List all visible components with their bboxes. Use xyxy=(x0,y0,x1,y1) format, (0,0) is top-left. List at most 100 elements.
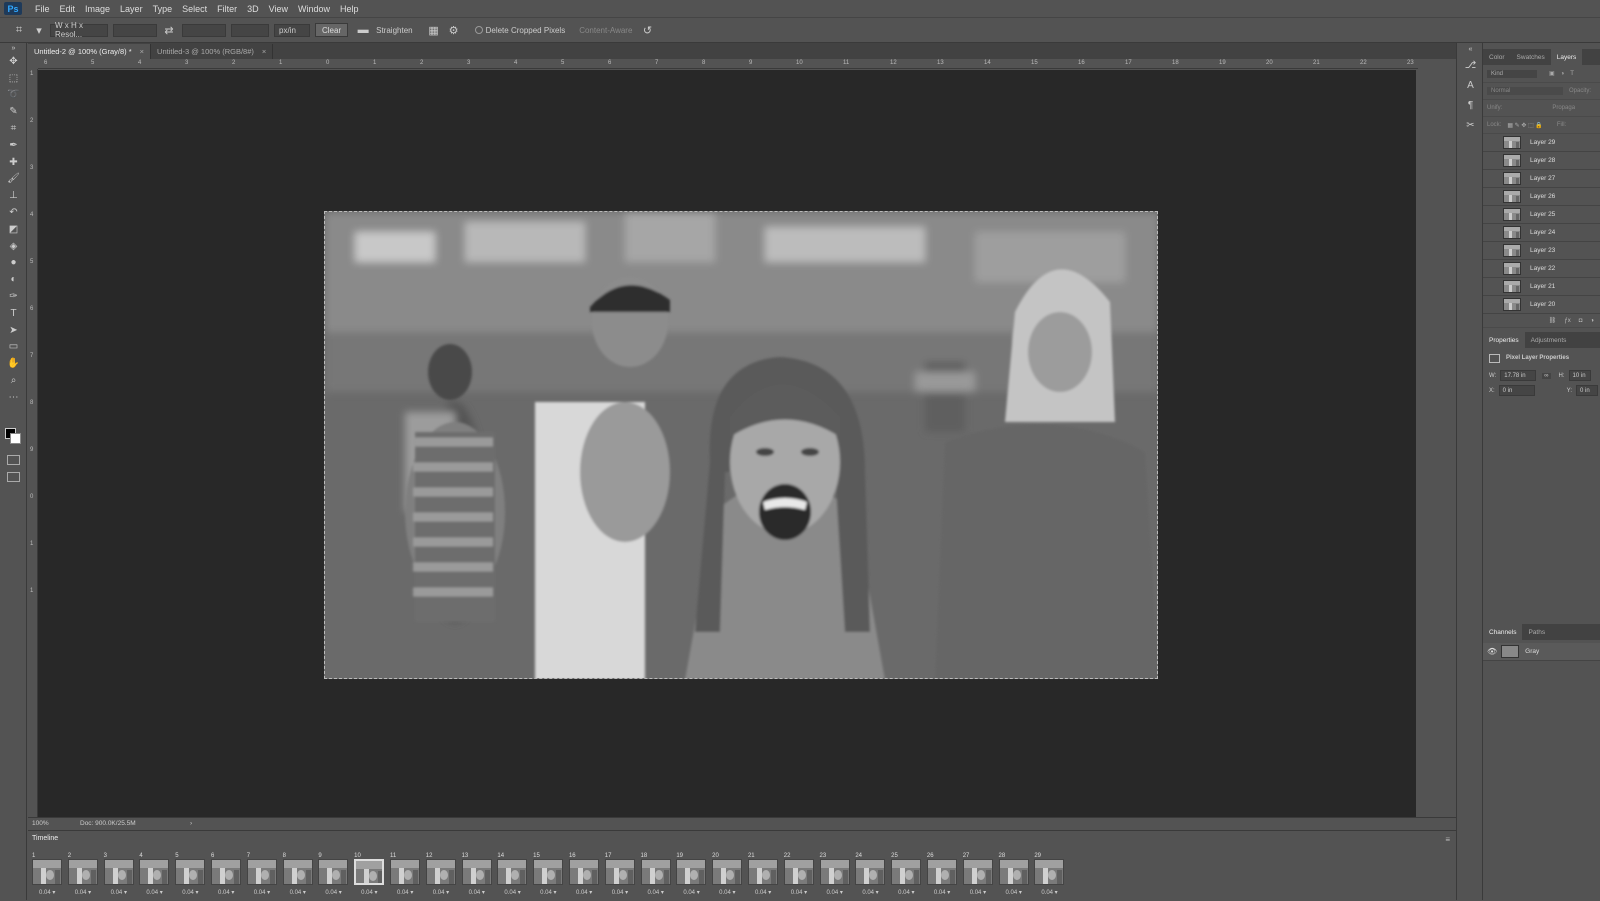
frame-delay[interactable]: 0.04 ▾ xyxy=(755,889,771,896)
menu-file[interactable]: File xyxy=(30,4,55,14)
timeline-frame[interactable]: 9 0.04 ▾ xyxy=(316,853,352,901)
chevron-down-icon[interactable]: ▾ xyxy=(32,23,46,37)
paragraph-icon[interactable]: ¶ xyxy=(1457,95,1484,115)
zoom-tool-icon[interactable]: ⌕ xyxy=(0,372,27,389)
frame-delay[interactable]: 0.04 ▾ xyxy=(433,889,449,896)
layer-row[interactable]: Layer 22 xyxy=(1483,260,1600,278)
expand-icon[interactable]: » xyxy=(0,43,27,53)
horizontal-ruler[interactable]: 6 5 4 3 2 1 0 1 2 3 4 5 6 7 8 9 10 11 12 13 14 15 16 17 18 19 20 21… xyxy=(38,59,1418,69)
timeline-frame[interactable]: 6 0.04 ▾ xyxy=(209,853,245,901)
timeline-frame[interactable]: 15 0.04 ▾ xyxy=(531,853,567,901)
frame-delay[interactable]: 0.04 ▾ xyxy=(827,889,843,896)
tab-channels[interactable]: Channels xyxy=(1483,624,1523,640)
frame-delay[interactable]: 0.04 ▾ xyxy=(218,889,234,896)
menu-layer[interactable]: Layer xyxy=(115,4,148,14)
layer-row[interactable]: Layer 23 xyxy=(1483,242,1600,260)
timeline-frame[interactable]: 26 0.04 ▾ xyxy=(925,853,961,901)
frame-delay[interactable]: 0.04 ▾ xyxy=(576,889,592,896)
timeline-frame[interactable]: 16 0.04 ▾ xyxy=(567,853,603,901)
gear-icon[interactable]: ⚙ xyxy=(447,23,461,37)
timeline-frame[interactable]: 17 0.04 ▾ xyxy=(603,853,639,901)
timeline-frame[interactable]: 4 0.04 ▾ xyxy=(137,853,173,901)
status-menu-arrow[interactable]: › xyxy=(190,820,192,827)
menu-help[interactable]: Help xyxy=(335,4,364,14)
layer-row[interactable]: Layer 25 xyxy=(1483,206,1600,224)
blur-tool-icon[interactable]: ● xyxy=(0,255,27,272)
crop-tool-icon[interactable]: ⌗ xyxy=(12,23,26,37)
blend-mode-select[interactable]: Normal xyxy=(1487,87,1563,95)
timeline-frame[interactable]: 21 0.04 ▾ xyxy=(746,853,782,901)
straighten-button[interactable]: Straighten xyxy=(376,26,412,35)
path-select-tool-icon[interactable]: ➤ xyxy=(0,322,27,339)
tab-swatches[interactable]: Swatches xyxy=(1511,49,1551,65)
layer-row[interactable]: Layer 27 xyxy=(1483,170,1600,188)
document-image[interactable] xyxy=(324,211,1158,679)
shape-tool-icon[interactable]: ▭ xyxy=(0,339,27,356)
background-color-swatch[interactable] xyxy=(10,433,21,444)
layer-row[interactable]: Layer 21 xyxy=(1483,278,1600,296)
frame-delay[interactable]: 0.04 ▾ xyxy=(612,889,628,896)
marquee-tool-icon[interactable]: ⬚ xyxy=(0,70,27,87)
timeline-frame[interactable]: 22 0.04 ▾ xyxy=(782,853,818,901)
close-icon[interactable]: × xyxy=(140,47,144,56)
straighten-icon[interactable]: ▬ xyxy=(356,23,370,37)
frame-delay[interactable]: 0.04 ▾ xyxy=(469,889,485,896)
ratio-select[interactable]: W x H x Resol... xyxy=(50,21,108,39)
mask-icon[interactable]: ◘ xyxy=(1579,318,1583,324)
delete-cropped-checkbox[interactable] xyxy=(474,26,483,34)
tab-untitled-3[interactable]: Untitled-3 @ 100% (RGB/8#) × xyxy=(151,44,274,59)
panel-menu-icon[interactable]: ≡ xyxy=(1445,835,1450,844)
tab-adjustments[interactable]: Adjustments xyxy=(1525,332,1573,348)
eyedropper-tool-icon[interactable]: ✒ xyxy=(0,137,27,154)
history-icon[interactable]: ⎇ xyxy=(1457,55,1484,75)
frame-delay[interactable]: 0.04 ▾ xyxy=(862,889,878,896)
menu-window[interactable]: Window xyxy=(293,4,335,14)
frame-delay[interactable]: 0.04 ▾ xyxy=(1006,889,1022,896)
timeline-frame[interactable]: 24 0.04 ▾ xyxy=(853,853,889,901)
menu-image[interactable]: Image xyxy=(80,4,115,14)
screen-mode-icon[interactable] xyxy=(7,472,20,482)
timeline-frame[interactable]: 27 0.04 ▾ xyxy=(961,853,997,901)
timeline-frame[interactable]: 5 0.04 ▾ xyxy=(173,853,209,901)
move-tool-icon[interactable]: ✥ xyxy=(0,53,27,70)
frame-delay[interactable]: 0.04 ▾ xyxy=(39,889,55,896)
h-input[interactable]: 10 in xyxy=(1568,370,1591,381)
quick-select-tool-icon[interactable]: ✎ xyxy=(0,103,27,120)
channel-row[interactable]: 👁 Gray xyxy=(1483,643,1600,661)
frame-delay[interactable]: 0.04 ▾ xyxy=(898,889,914,896)
frame-delay[interactable]: 0.04 ▾ xyxy=(290,889,306,896)
timeline-frame[interactable]: 25 0.04 ▾ xyxy=(889,853,925,901)
tab-layers[interactable]: Layers xyxy=(1550,49,1583,65)
menu-type[interactable]: Type xyxy=(148,4,178,14)
timeline-frame[interactable]: 8 0.04 ▾ xyxy=(281,853,317,901)
more-tools-icon[interactable]: ⋯ xyxy=(0,389,27,406)
menu-edit[interactable]: Edit xyxy=(55,4,81,14)
filter-type-icon[interactable]: T xyxy=(1570,71,1574,77)
height-field[interactable] xyxy=(182,23,226,37)
hand-tool-icon[interactable]: ✋ xyxy=(0,355,27,372)
timeline-frame[interactable]: 18 0.04 ▾ xyxy=(639,853,675,901)
frame-delay[interactable]: 0.04 ▾ xyxy=(397,889,413,896)
content-aware-label[interactable]: Content-Aware xyxy=(579,26,632,35)
close-icon[interactable]: × xyxy=(262,47,266,56)
timeline-frame[interactable]: 7 0.04 ▾ xyxy=(245,853,281,901)
timeline-frame[interactable]: 13 0.04 ▾ xyxy=(460,853,496,901)
timeline-frame[interactable]: 23 0.04 ▾ xyxy=(818,853,854,901)
tab-properties[interactable]: Properties xyxy=(1483,332,1525,348)
healing-tool-icon[interactable]: ✚ xyxy=(0,154,27,171)
frame-delay[interactable]: 0.04 ▾ xyxy=(683,889,699,896)
reset-icon[interactable]: ↺ xyxy=(640,23,654,37)
tab-color[interactable]: Color xyxy=(1483,49,1511,65)
timeline-frame[interactable]: 1 0.04 ▾ xyxy=(30,853,66,901)
menu-select[interactable]: Select xyxy=(177,4,212,14)
history-brush-icon[interactable]: ↶ xyxy=(0,204,27,221)
propagate-label[interactable]: Propaga xyxy=(1552,105,1575,111)
timeline-frame[interactable]: 19 0.04 ▾ xyxy=(674,853,710,901)
timeline-frame[interactable]: 2 0.04 ▾ xyxy=(66,853,102,901)
clear-button[interactable]: Clear xyxy=(315,23,349,37)
layer-row[interactable]: Layer 29 xyxy=(1483,134,1600,152)
layer-row[interactable]: Layer 20 xyxy=(1483,296,1600,314)
swap-icon[interactable]: ⇄ xyxy=(162,23,176,37)
menu-filter[interactable]: Filter xyxy=(212,4,242,14)
frame-delay[interactable]: 0.04 ▾ xyxy=(791,889,807,896)
